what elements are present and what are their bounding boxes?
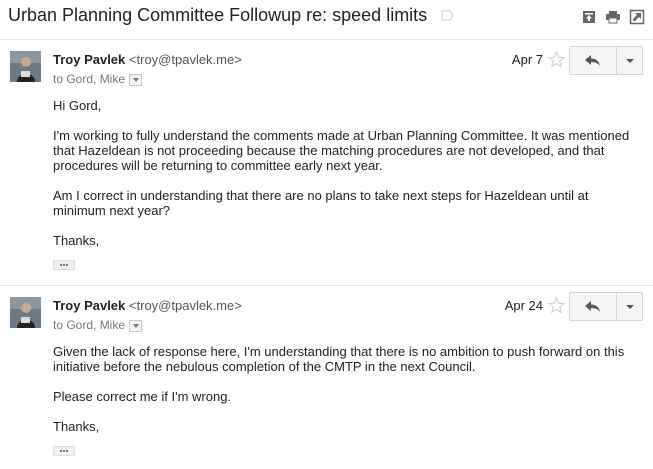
show-details-button[interactable] xyxy=(129,74,143,86)
sender: Troy Pavlek <troy@tpavlek.me> xyxy=(53,52,242,67)
sender-name: Troy Pavlek xyxy=(53,52,126,67)
message-2: Troy Pavlek <troy@tpavlek.me> to Gord, M… xyxy=(0,286,653,469)
message-body: Given the lack of response here, I'm und… xyxy=(53,344,633,449)
recipients: to Gord, Mike xyxy=(53,318,143,332)
thread-actions xyxy=(581,9,645,25)
more-options-button[interactable] xyxy=(617,293,642,320)
message-paragraph: Please correct me if I'm wrong. xyxy=(53,389,232,404)
message-date: Apr 7 xyxy=(511,52,543,67)
reply-icon xyxy=(585,300,600,312)
message-paragraph: Am I correct in understanding that there… xyxy=(53,188,593,218)
reply-icon xyxy=(585,54,600,66)
message-paragraph: I'm working to fully understand the comm… xyxy=(53,128,633,173)
show-trimmed-content-button[interactable] xyxy=(53,260,75,270)
star-icon[interactable] xyxy=(548,297,565,314)
star-icon[interactable] xyxy=(548,51,565,68)
ellipsis-dot xyxy=(60,264,62,266)
chevron-down-icon xyxy=(625,304,634,309)
reply-button-group xyxy=(569,292,643,321)
message-paragraph: Given the lack of response here, I'm und… xyxy=(53,344,628,374)
show-trimmed-content-button[interactable] xyxy=(53,446,75,456)
sender: Troy Pavlek <troy@tpavlek.me> xyxy=(53,298,242,313)
new-window-icon[interactable] xyxy=(629,9,645,25)
recipients-label: to Gord, Mike xyxy=(53,72,126,86)
ellipsis-dot xyxy=(66,450,68,452)
sender-name: Troy Pavlek xyxy=(53,298,126,313)
reply-button-group xyxy=(569,46,643,75)
chevron-down-icon xyxy=(625,58,634,63)
recipients-label: to Gord, Mike xyxy=(53,318,126,332)
message-paragraph: Thanks, xyxy=(53,419,100,434)
message-1: Troy Pavlek <troy@tpavlek.me> to Gord, M… xyxy=(0,40,653,285)
sender-email: <troy@tpavlek.me> xyxy=(128,52,242,67)
archive-icon[interactable] xyxy=(581,9,597,25)
reply-button[interactable] xyxy=(570,293,617,320)
message-paragraph: Hi Gord, xyxy=(53,98,102,113)
label-tag-icon[interactable] xyxy=(441,10,454,21)
ellipsis-dot xyxy=(60,450,62,452)
message-date: Apr 24 xyxy=(504,298,543,313)
message-paragraph: Thanks, xyxy=(53,233,100,248)
thread-subject: Urban Planning Committee Followup re: sp… xyxy=(8,5,428,25)
show-details-button[interactable] xyxy=(129,320,143,332)
ellipsis-dot xyxy=(63,264,65,266)
sender-email: <troy@tpavlek.me> xyxy=(128,298,242,313)
print-icon[interactable] xyxy=(605,9,621,25)
more-options-button[interactable] xyxy=(617,47,642,74)
avatar[interactable] xyxy=(10,51,41,82)
recipients: to Gord, Mike xyxy=(53,72,143,86)
reply-button[interactable] xyxy=(570,47,617,74)
message-body: Hi Gord, I'm working to fully understand… xyxy=(53,98,633,263)
thread-header: Urban Planning Committee Followup re: sp… xyxy=(0,0,653,36)
avatar[interactable] xyxy=(10,297,41,328)
ellipsis-dot xyxy=(66,264,68,266)
ellipsis-dot xyxy=(63,450,65,452)
